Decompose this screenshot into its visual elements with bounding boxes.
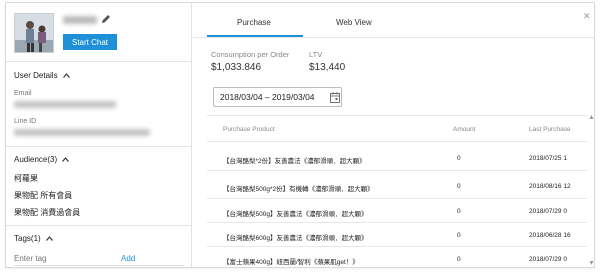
chevron-up-icon: [62, 157, 70, 162]
chevron-up-icon: [45, 236, 53, 241]
user-sidebar: Start Chat User Details Email Line ID Au…: [6, 3, 192, 267]
chevron-up-icon: [62, 73, 70, 78]
user-name-redacted: [63, 16, 97, 24]
amount-cell: 0: [457, 155, 461, 162]
user-details-toggle[interactable]: User Details: [14, 71, 70, 80]
table-header-line: [207, 141, 587, 142]
product-cell: 【富士蘋果400g】紐西蘭/智利《蘋果肌get！》: [223, 259, 359, 266]
last-purchase-cell: 2018/08/16 12: [529, 183, 571, 190]
tag-input[interactable]: [14, 254, 94, 263]
date-range-picker[interactable]: 2018/03/04 – 2019/03/04: [213, 87, 342, 107]
divider: [6, 146, 191, 147]
table-top-line: [207, 115, 587, 116]
tab-purchase[interactable]: Purchase: [237, 18, 271, 27]
tabs-divider: [193, 37, 594, 38]
ltv-label: LTV: [309, 50, 323, 59]
line-id-label: Line ID: [14, 118, 37, 125]
row-divider: [207, 170, 587, 171]
email-value-redacted: [14, 101, 116, 108]
start-chat-button[interactable]: Start Chat: [63, 34, 117, 50]
date-range-value: 2018/03/04 – 2019/03/04: [220, 92, 315, 102]
ltv-value: $13,440: [309, 62, 346, 73]
column-header-last-purchase: Last Purchase: [529, 126, 571, 133]
audience-toggle[interactable]: Audience(3): [14, 155, 70, 164]
audience-heading: Audience(3): [14, 155, 58, 164]
tags-toggle[interactable]: Tags(1): [14, 234, 53, 243]
audience-item: 果物配 所有會員: [14, 191, 73, 200]
audience-item: 果物配 消費過會員: [14, 208, 81, 217]
close-icon[interactable]: ✕: [583, 11, 591, 22]
tags-heading: Tags(1): [14, 234, 41, 243]
consumption-per-order-label: Consumption per Order: [211, 50, 290, 59]
avatar: [14, 13, 54, 53]
last-purchase-cell: 2018/07/29 0: [529, 208, 567, 215]
calendar-icon: [330, 92, 340, 103]
add-tag-button[interactable]: Add: [121, 254, 135, 263]
product-cell: 【台灣酪梨500g】友善農法《濃郁滑順．超大顆》: [223, 211, 368, 218]
amount-cell: 0: [457, 208, 461, 215]
column-header-amount: Amount: [453, 126, 476, 133]
audience-item: 柯蘿果: [14, 174, 38, 183]
line-id-value-redacted: [14, 129, 150, 136]
divider: [6, 225, 191, 226]
tab-web-view[interactable]: Web View: [336, 18, 372, 27]
product-cell: 【台灣酪梨600g】友善農法《濃郁滑順．超大顆》: [223, 235, 368, 242]
last-purchase-cell: 2018/07/25 1: [529, 155, 567, 162]
amount-cell: 0: [457, 232, 461, 239]
tag-input-underline: [14, 265, 184, 266]
email-label: Email: [14, 90, 32, 97]
column-header-product: Purchase Product: [223, 126, 275, 133]
table-scrollbar[interactable]: [589, 113, 594, 267]
edit-pencil-icon[interactable]: [100, 13, 112, 25]
user-detail-modal: Start Chat User Details Email Line ID Au…: [5, 2, 595, 268]
last-purchase-cell: 2018/06/28 16: [529, 232, 571, 239]
row-divider: [207, 198, 587, 199]
amount-cell: 0: [457, 256, 461, 263]
product-cell: 【台灣酪梨*2份】友善農法《濃郁滑順．超大顆》: [223, 158, 366, 165]
consumption-per-order-value: $1,033.846: [211, 62, 262, 73]
row-divider: [207, 222, 587, 223]
user-details-heading: User Details: [14, 71, 58, 80]
product-cell: 【台灣酪梨500g*2份】有機轉《濃郁滑順．超大顆》: [223, 186, 374, 193]
amount-cell: 0: [457, 183, 461, 190]
purchase-panel: Purchase Web View ✕ Consumption per Orde…: [193, 3, 594, 267]
divider: [6, 61, 191, 62]
last-purchase-cell: 2018/07/29 0: [529, 256, 567, 263]
row-divider: [207, 246, 587, 247]
